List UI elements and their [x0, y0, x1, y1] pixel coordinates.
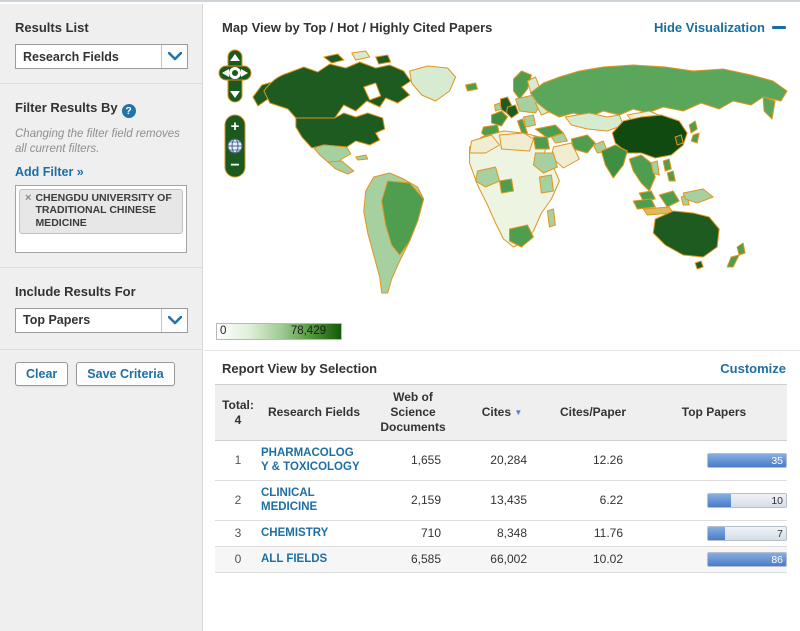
top-papers-value: 86 [771, 554, 783, 566]
map-region-oceania[interactable] [653, 211, 745, 269]
remove-filter-icon[interactable]: × [25, 192, 31, 230]
chevron-down-icon [161, 309, 187, 332]
map-pan-control[interactable] [218, 49, 252, 103]
table-row: 3 CHEMISTRY 710 8,348 11.76 7 [215, 520, 787, 546]
map-view-header: Map View by Top / Hot / Highly Cited Pap… [204, 4, 800, 41]
top-papers-bar: 7 [707, 526, 787, 541]
cites-per-paper-value: 11.76 [545, 520, 641, 546]
column-research-fields[interactable]: Research Fields [261, 385, 367, 441]
hide-visualization-link[interactable]: Hide Visualization [654, 20, 786, 35]
map-region-greenland[interactable] [410, 66, 478, 101]
map-controls: + − [218, 49, 252, 178]
zoom-in-icon[interactable]: + [231, 118, 240, 135]
globe-icon[interactable] [228, 139, 242, 153]
cites-value: 20,284 [459, 441, 545, 481]
include-results-selected-value: Top Papers [16, 313, 161, 327]
field-link[interactable]: PHARMACOLOGY & TOXICOLOGY [261, 446, 361, 475]
top-papers-value: 10 [771, 495, 783, 507]
wos-docs-value: 1,655 [367, 441, 459, 481]
row-rank: 1 [215, 441, 261, 481]
results-list-select[interactable]: Research Fields [15, 44, 188, 69]
minimize-icon [772, 26, 786, 29]
row-rank: 0 [215, 546, 261, 572]
field-link[interactable]: CLINICAL MEDICINE [261, 486, 361, 515]
row-rank: 2 [215, 480, 261, 520]
top-papers-value: 7 [777, 528, 783, 540]
cites-per-paper-value: 10.02 [545, 546, 641, 572]
map-region-north-america[interactable] [253, 51, 411, 174]
world-map-choropleth[interactable] [204, 41, 800, 309]
report-title: Report View by Selection [222, 361, 377, 376]
column-cites-per-paper[interactable]: Cites/Paper [545, 385, 641, 441]
cites-value: 66,002 [459, 546, 545, 572]
filter-note: Changing the filter field removes all cu… [15, 127, 183, 157]
map-region-south-america[interactable] [364, 173, 424, 293]
map-legend-gradient: 0 78,429 [216, 323, 342, 340]
column-top-papers[interactable]: Top Papers [641, 385, 787, 441]
chevron-down-icon [161, 45, 187, 68]
field-link[interactable]: CHEMISTRY [261, 526, 361, 540]
zoom-out-icon[interactable]: − [230, 157, 239, 174]
table-header-row: Total:4 Research Fields Web of Science D… [215, 385, 787, 441]
main-panel: Map View by Top / Hot / Highly Cited Pap… [204, 4, 800, 631]
field-link[interactable]: ALL FIELDS [261, 552, 361, 566]
help-icon[interactable]: ? [122, 104, 136, 118]
sort-descending-icon: ▼ [514, 408, 522, 417]
customize-link[interactable]: Customize [720, 361, 786, 376]
table-row: 0 ALL FIELDS 6,585 66,002 10.02 86 [215, 546, 787, 572]
clear-button[interactable]: Clear [15, 362, 68, 386]
add-filter-link[interactable]: Add Filter » [15, 165, 84, 179]
report-header: Report View by Selection Customize [204, 351, 800, 384]
cites-per-paper-value: 6.22 [545, 480, 641, 520]
filter-chip[interactable]: × CHENGDU UNIVERSITY OF TRADITIONAL CHIN… [19, 189, 183, 234]
include-results-section: Include Results For Top Papers [0, 268, 202, 349]
filter-section: Filter Results By? Changing the filter f… [0, 84, 202, 267]
save-criteria-button[interactable]: Save Criteria [76, 362, 174, 386]
include-results-select[interactable]: Top Papers [15, 308, 188, 333]
map-region-africa[interactable] [470, 131, 560, 247]
column-cites-sorted[interactable]: Cites ▼ [459, 385, 545, 441]
map-visualization: + − [204, 41, 800, 309]
filter-results-by-label: Filter Results By? [15, 100, 187, 118]
cites-value: 13,435 [459, 480, 545, 520]
top-papers-bar: 35 [707, 453, 787, 468]
filter-list-box[interactable]: × CHENGDU UNIVERSITY OF TRADITIONAL CHIN… [15, 185, 187, 253]
legend-min-value: 0 [220, 325, 226, 337]
cites-per-paper-value: 12.26 [545, 441, 641, 481]
wos-docs-value: 2,159 [367, 480, 459, 520]
top-papers-value: 35 [771, 455, 783, 467]
top-papers-bar: 10 [707, 493, 787, 508]
top-papers-bar: 86 [707, 552, 787, 567]
sidebar: Results List Research Fields Filter Resu… [0, 4, 203, 631]
report-table: Total:4 Research Fields Web of Science D… [215, 384, 787, 573]
map-zoom-control[interactable]: + − [224, 114, 246, 178]
report-section: Report View by Selection Customize Total… [204, 350, 800, 573]
map-view-title: Map View by Top / Hot / Highly Cited Pap… [222, 20, 492, 35]
sidebar-buttons: Clear Save Criteria [0, 350, 202, 398]
total-header: Total:4 [215, 385, 261, 441]
results-list-section: Results List Research Fields [0, 4, 202, 83]
cites-value: 8,348 [459, 520, 545, 546]
include-results-label: Include Results For [15, 284, 187, 299]
table-row: 1 PHARMACOLOGY & TOXICOLOGY 1,655 20,284… [215, 441, 787, 481]
results-list-label: Results List [15, 20, 187, 35]
row-rank: 3 [215, 520, 261, 546]
legend-max-value: 78,429 [291, 325, 326, 337]
wos-docs-value: 710 [367, 520, 459, 546]
filter-chip-label: CHENGDU UNIVERSITY OF TRADITIONAL CHINES… [35, 192, 177, 230]
page: Results List Research Fields Filter Resu… [0, 0, 800, 631]
table-row: 2 CLINICAL MEDICINE 2,159 13,435 6.22 10 [215, 480, 787, 520]
results-list-selected-value: Research Fields [16, 50, 161, 64]
wos-docs-value: 6,585 [367, 546, 459, 572]
column-wos-documents[interactable]: Web of Science Documents [367, 385, 459, 441]
